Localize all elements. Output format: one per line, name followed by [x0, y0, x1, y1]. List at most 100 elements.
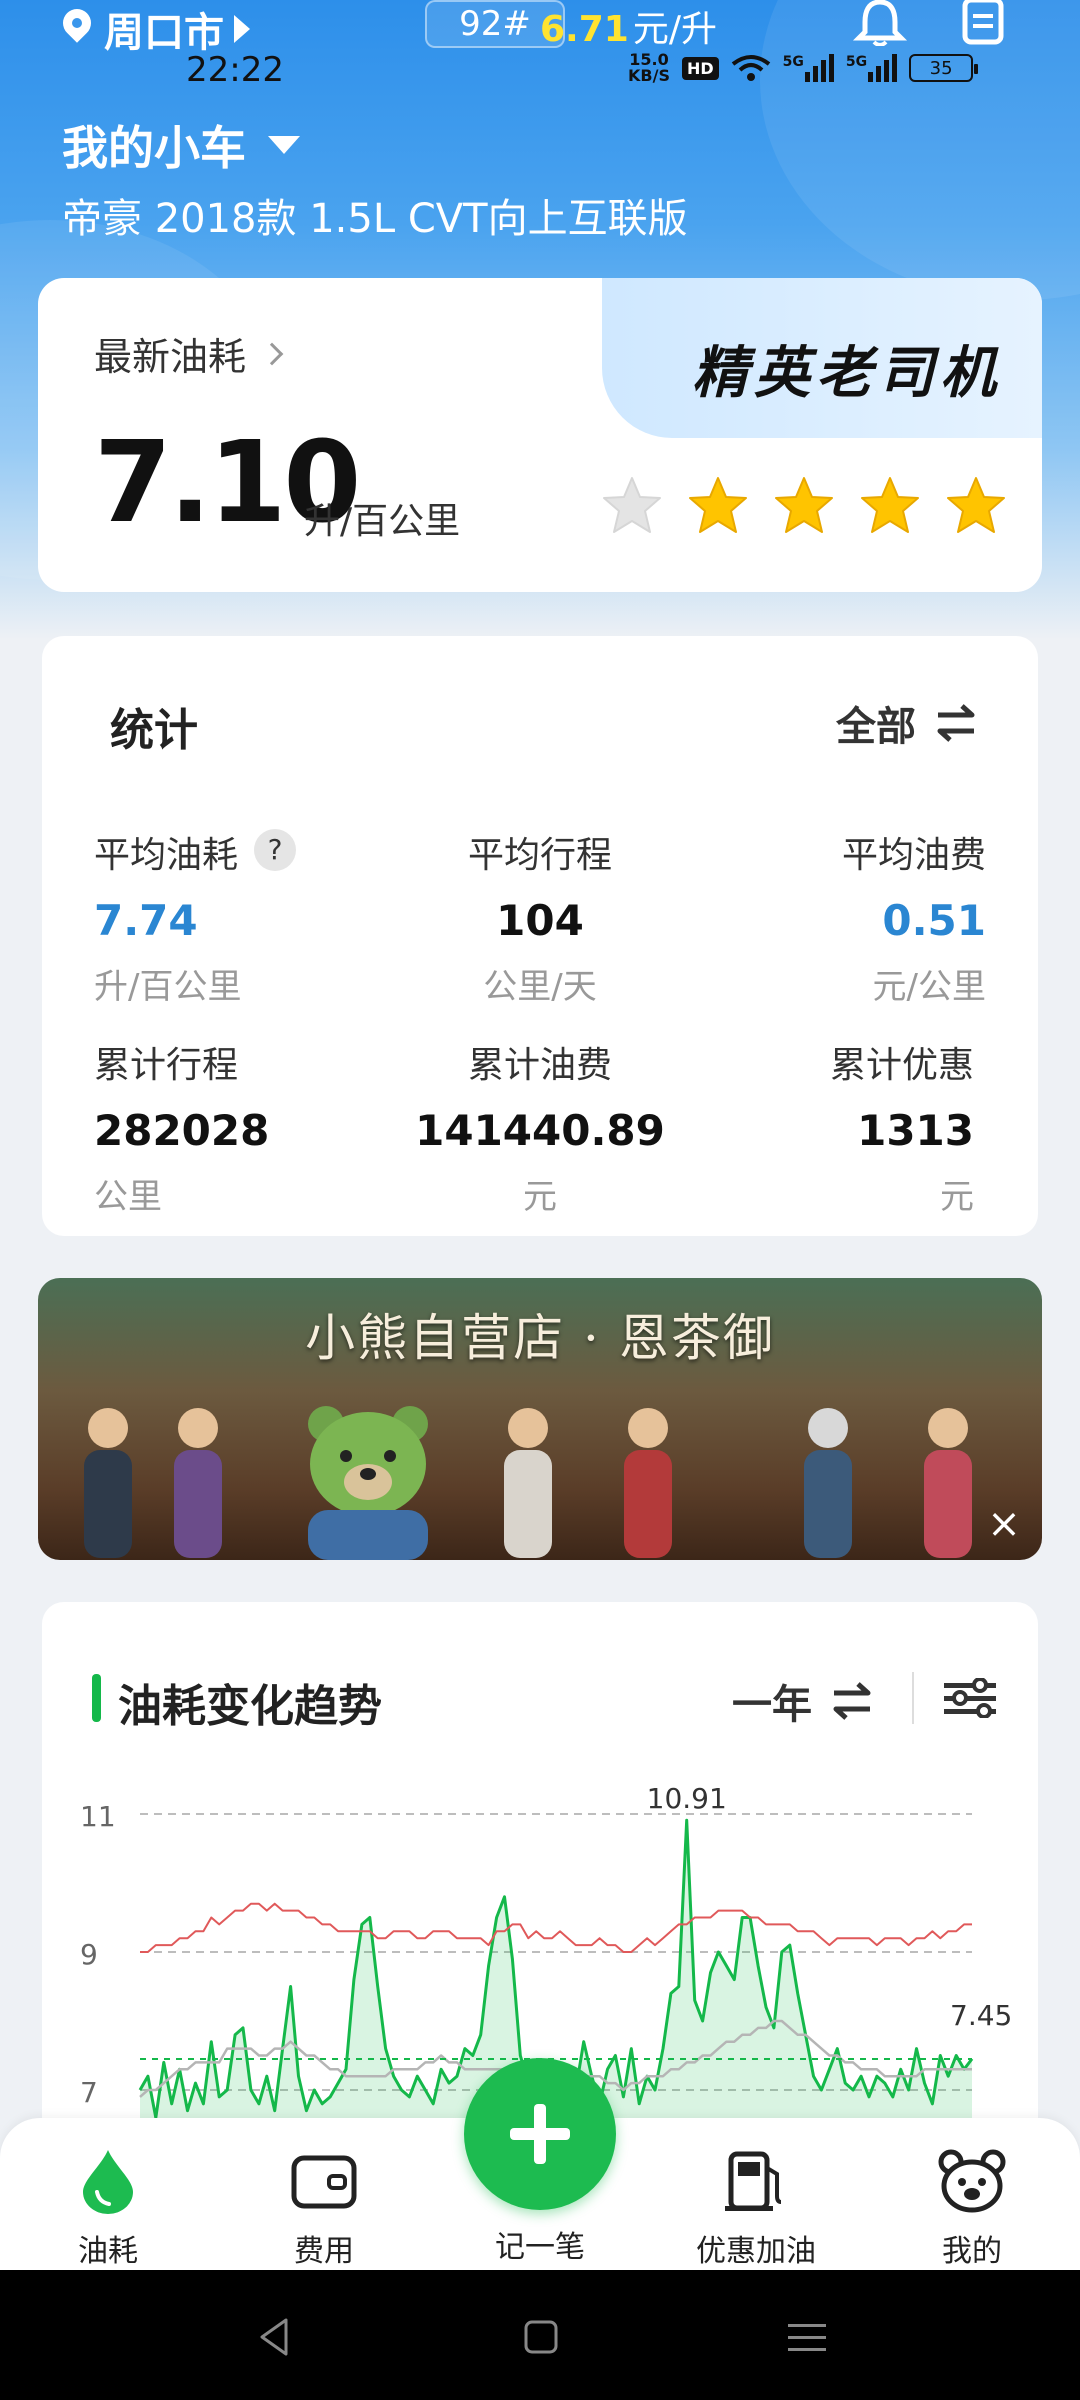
network-speed: 15.0 KB/S — [628, 52, 670, 84]
swap-icon — [833, 1682, 871, 1720]
filter-settings-icon[interactable] — [944, 1678, 996, 1718]
section-accent-bar — [92, 1674, 101, 1722]
nav-label: 油耗 — [78, 2234, 138, 2269]
car-title: 我的小车 — [62, 121, 246, 175]
gas-pump-icon — [725, 2151, 782, 2211]
back-icon[interactable] — [250, 2312, 300, 2362]
wallet-icon — [291, 2155, 357, 2209]
person-illustration — [924, 1408, 972, 1558]
stat-avg-consumption: 平均油耗? 7.74 升/百公里 — [94, 826, 297, 1008]
person-illustration — [174, 1408, 222, 1558]
nav-item-profile[interactable]: 我的 — [872, 2148, 1072, 2270]
nav-label: 优惠加油 — [696, 2234, 816, 2269]
stat-value: 282028 — [94, 1106, 270, 1155]
stat-value: 7.74 — [94, 896, 198, 945]
stat-label: 平均油费 — [841, 835, 986, 876]
person-illustration — [804, 1408, 852, 1558]
document-icon[interactable] — [960, 0, 1006, 46]
hd-icon: HD — [681, 56, 719, 80]
network-speed-unit: KB/S — [628, 66, 670, 85]
stat-label: 平均行程 — [467, 835, 612, 876]
stat-avg-distance: 平均行程 104 公里/天 — [340, 826, 740, 1008]
person-illustration — [504, 1408, 552, 1558]
swap-icon — [937, 704, 975, 742]
series-line — [140, 1902, 972, 1953]
stat-label: 累计优惠 — [829, 1045, 974, 1086]
stats-filter-label: 全部 — [836, 704, 916, 750]
stat-avg-cost: 平均油费 0.51 元/公里 — [842, 826, 986, 1008]
fuel-price-value: 6.71 — [540, 9, 629, 50]
latest-consumption-card[interactable]: 最新油耗 7.10 升/百公里 精英老司机 — [38, 278, 1042, 592]
latest-consumption-link[interactable]: 最新油耗 — [94, 326, 284, 381]
stat-label: 平均油耗 — [94, 835, 239, 876]
car-model: 帝豪 2018款 1.5L CVT向上互联版 — [62, 196, 688, 242]
nav-item-discount-refuel[interactable]: 优惠加油 — [656, 2148, 856, 2270]
stat-unit: 升/百公里 — [94, 967, 242, 1007]
latest-consumption-unit: 升/百公里 — [304, 501, 461, 542]
arrow-right-icon — [234, 15, 250, 43]
cellular-signal-2-icon: 5G — [845, 54, 898, 82]
drop-icon — [83, 2150, 133, 2214]
signal2-label: 5G — [845, 54, 868, 70]
star-filled-icon — [947, 477, 1005, 533]
dropdown-arrow-icon — [268, 136, 300, 154]
y-tick-label: 11 — [80, 1800, 116, 1833]
location-pin-icon — [60, 9, 94, 49]
stat-total-cost: 累计油费 141440.89 元 — [340, 1036, 740, 1218]
system-navigation-bar — [0, 2270, 1080, 2400]
bear-mascot-illustration — [308, 1406, 428, 1560]
add-record-label: 记一笔 — [495, 2230, 585, 2265]
stats-title: 统计 — [110, 705, 198, 756]
nav-label: 我的 — [942, 2234, 1002, 2269]
banner-title: 小熊自营店 · 恩茶御 — [305, 1309, 775, 1367]
nav-item-consumption[interactable]: 油耗 — [8, 2148, 208, 2270]
promo-banner[interactable]: 小熊自营店 · 恩茶御 × — [38, 1278, 1042, 1560]
person-illustration — [84, 1408, 132, 1558]
stat-unit: 元/公里 — [872, 967, 986, 1007]
chevron-right-icon — [260, 342, 284, 365]
trend-period-toggle[interactable]: 一年 — [732, 1672, 874, 1730]
person-illustration — [624, 1408, 672, 1558]
help-icon[interactable]: ? — [254, 829, 297, 871]
stat-value: 141440.89 — [415, 1106, 665, 1155]
add-record-button[interactable] — [464, 2058, 616, 2210]
bell-icon[interactable] — [852, 0, 908, 46]
trend-period-label: 一年 — [732, 1682, 812, 1728]
star-filled-icon — [689, 477, 747, 533]
max-value-label: 10.91 — [647, 1782, 727, 1815]
stat-label: 累计行程 — [94, 1045, 239, 1086]
stat-total-discount: 累计优惠 1313 元 — [830, 1036, 974, 1218]
latest-consumption-label: 最新油耗 — [94, 335, 247, 379]
system-status-icons: 15.0 KB/S HD 5G 5G 35 — [628, 52, 979, 84]
stat-unit: 元 — [940, 1177, 974, 1217]
stat-unit: 公里 — [94, 1177, 162, 1217]
stat-value: 104 — [496, 896, 584, 945]
stat-value: 0.51 — [882, 896, 986, 945]
star-filled-icon — [861, 477, 919, 533]
close-banner-button[interactable]: × — [984, 1504, 1024, 1544]
rating-stars — [600, 474, 1008, 538]
stat-unit: 公里/天 — [483, 967, 597, 1007]
car-selector[interactable]: 我的小车 — [62, 112, 300, 178]
menu-icon[interactable] — [782, 2312, 832, 2362]
wifi-icon — [731, 55, 770, 81]
divider — [912, 1672, 914, 1724]
trend-title: 油耗变化趋势 — [118, 1681, 382, 1732]
driver-rank-badge: 精英老司机 — [692, 341, 1002, 406]
battery-icon: 35 — [909, 54, 979, 82]
signal1-label: 5G — [782, 54, 804, 70]
stats-filter-toggle[interactable]: 全部 — [836, 694, 978, 752]
stat-label: 累计油费 — [467, 1045, 612, 1086]
star-empty-icon — [603, 477, 661, 533]
stat-total-distance: 累计行程 282028 公里 — [94, 1036, 269, 1218]
status-time: 22:22 — [186, 50, 284, 90]
last-value-label: 7.45 — [950, 1999, 1012, 2032]
nav-label: 费用 — [294, 2234, 354, 2269]
y-tick-label: 9 — [80, 1938, 98, 1971]
home-icon[interactable] — [516, 2312, 566, 2362]
nav-item-expenses[interactable]: 费用 — [224, 2148, 424, 2270]
bear-icon — [938, 2149, 1006, 2213]
stat-unit: 元 — [523, 1177, 557, 1217]
stat-value: 1313 — [857, 1106, 974, 1155]
statistics-card: 统计 全部 平均油耗? 7.74 升/百公里 平均行程 104 公里/天 平均油… — [42, 636, 1038, 1236]
